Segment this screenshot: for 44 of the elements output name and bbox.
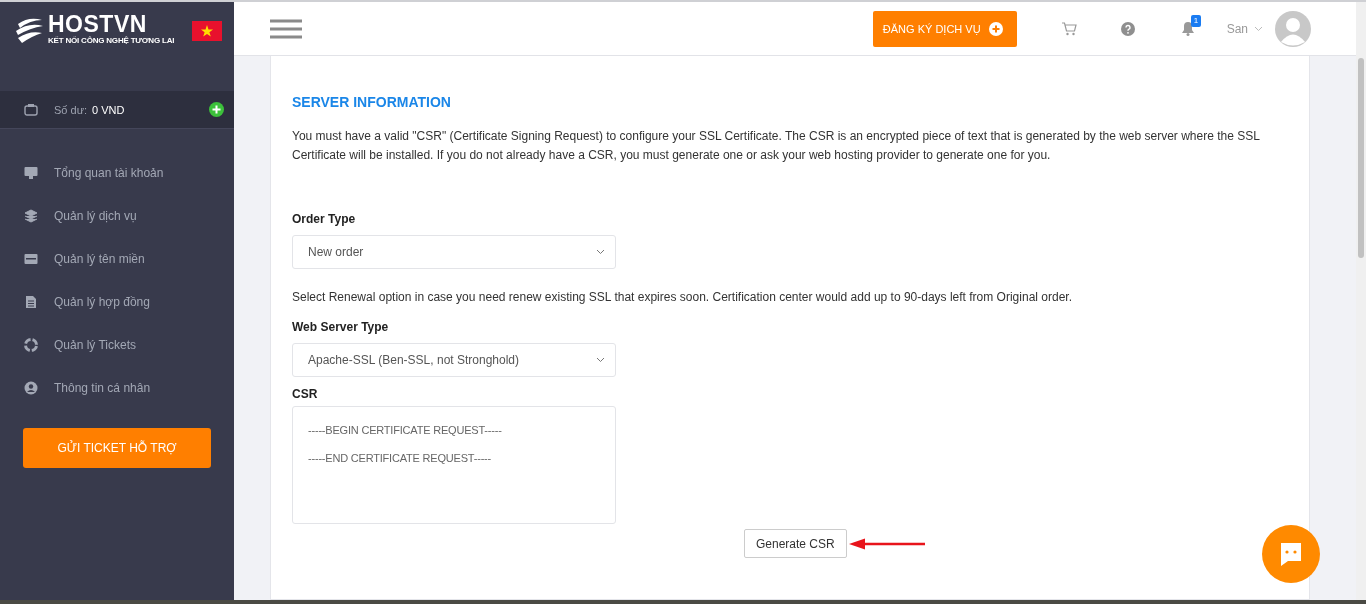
user-menu[interactable]: San [1226,21,1263,36]
sidebar-item[interactable]: Thông tin cá nhân [0,366,234,409]
bell-icon[interactable] [1180,21,1195,36]
field-label: CSR [292,387,319,401]
sidebar-item[interactable]: Quản lý hợp đồng [0,280,234,323]
scrollbar-thumb[interactable] [1358,58,1364,258]
plus-circle-icon [988,21,1003,36]
add-icon[interactable] [209,102,224,117]
monitor-icon [24,165,38,180]
register-service-button[interactable]: ĐĂNG KÝ DỊCH VỤ [872,10,1017,47]
sidebar-item[interactable]: Quản lý Tickets [0,323,234,366]
flag-icon[interactable] [192,21,222,41]
select-field[interactable]: New order [292,235,616,269]
sidebar-item[interactable]: Quản lý dịch vụ [0,194,234,237]
avatar-icon[interactable] [1275,10,1311,47]
csr-field[interactable]: -----BEGIN CERTIFICATE REQUEST----- -----END CERTIFICATE REQUEST----- [292,406,616,524]
balance-label: Số dư: [54,103,88,116]
menu-icon[interactable] [270,18,302,39]
cart-icon[interactable] [1060,21,1077,36]
chevron-down-icon [1254,25,1263,32]
window-icon [24,251,38,266]
chat-icon[interactable] [1262,525,1320,583]
lifebuoy-icon [24,337,38,352]
chevron-down-icon [596,357,605,363]
support-ticket-button[interactable]: GỬI TICKET HỖ TRỢ [23,428,211,468]
logo-tagline: KẾT NỐI CÔNG NGHỆ TƯƠNG LAI [48,36,175,45]
wallet-icon [24,103,38,116]
notification-badge: 1 [1190,15,1202,27]
logo-name: HOSTVN [48,12,148,36]
help-icon[interactable] [1120,21,1135,36]
document-icon [24,294,38,309]
section-title: SERVER INFORMATION [292,94,452,110]
intro-text: You must have a valid "CSR" (Certificate Signing Request) to configure your SSL Certificate. The CSR is an encrypted piece of text that is generated by the web server where the SSL Certificate will be installed. If you do not already have a CSR, you must generate one or ask your web hosting provider to generate one for you. [292,128,1261,164]
field-label: Order Type [292,212,357,226]
chevron-down-icon [596,249,605,255]
balance-value: 0 VND [92,103,125,116]
generate-csr-button[interactable]: Generate CSR [744,529,847,558]
sidebar-item[interactable]: Quản lý tên miền [0,237,234,280]
user-icon [24,380,38,395]
sidebar-item[interactable]: Tổng quan tài khoản [0,151,234,194]
help-text: Select Renewal option in case you need renew existing SSL that expires soon. Certification center would add up to 90-days left from Original order. [292,290,1073,304]
select-field[interactable]: Apache-SSL (Ben-SSL, not Stronghold) [292,343,616,377]
field-label: Web Server Type [292,320,390,334]
layers-icon [24,208,38,223]
